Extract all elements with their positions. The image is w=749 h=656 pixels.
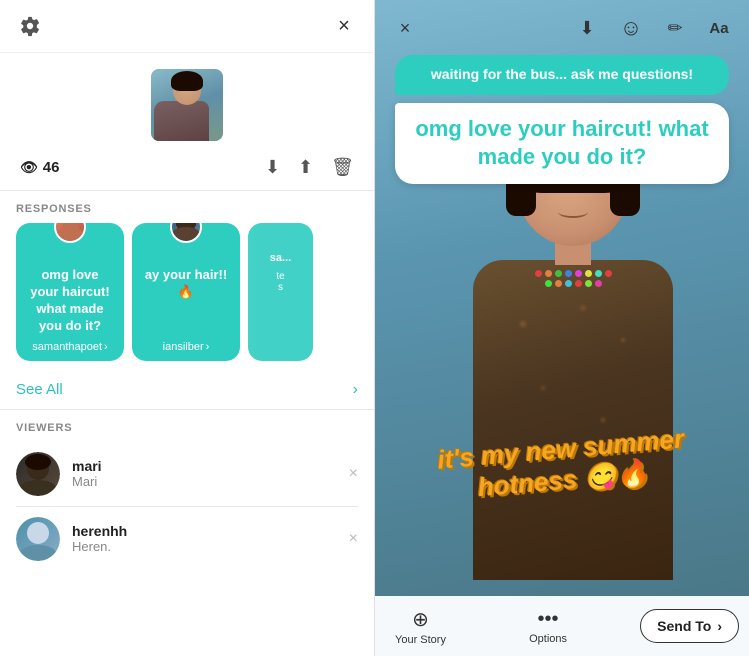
- response-username-2: iansilber ›: [144, 341, 228, 353]
- viewer-avatar-2: [16, 517, 60, 561]
- viewer-info-2: herenhh Heren.: [72, 523, 349, 554]
- response-avatar-1: [54, 223, 86, 243]
- options-label: Options: [529, 633, 567, 645]
- necklace-bead: [585, 280, 592, 287]
- left-header: ×: [0, 0, 374, 53]
- viewer-info-1: mari Mari: [72, 458, 349, 489]
- text-button[interactable]: Aa: [705, 14, 733, 42]
- response-username-1: samanthapoet ›: [28, 341, 112, 353]
- back-button[interactable]: ×: [391, 14, 419, 42]
- necklace-bead: [575, 270, 582, 277]
- add-circle-icon: ⊕: [412, 607, 429, 632]
- viewer-name-2: herenhh: [72, 523, 349, 539]
- qa-prompt-text: waiting for the bus... ask me questions!: [411, 65, 713, 85]
- header-icons-right: ⬇ ☺ ✏ Aa: [573, 14, 733, 42]
- delete-icon[interactable]: 🗑: [331, 157, 354, 178]
- see-all-text: See All: [16, 381, 63, 398]
- viewer-handle-1: Mari: [72, 474, 349, 489]
- draw-button[interactable]: ✏: [661, 14, 689, 42]
- necklace-bead: [585, 270, 592, 277]
- response-card-2[interactable]: ay your hair!! 🔥 iansilber ›: [132, 223, 240, 361]
- your-story-button[interactable]: ⊕ Your Story: [385, 603, 456, 650]
- viewer-item-2: herenhh Heren. ×: [0, 507, 374, 571]
- qa-response-bubble: omg love your haircut! what made you do …: [395, 103, 729, 184]
- story-footer: ⊕ Your Story ••• Options Send To ›: [375, 596, 749, 656]
- close-button[interactable]: ×: [330, 12, 358, 40]
- viewer-avatar-1: [16, 452, 60, 496]
- viewer-close-2[interactable]: ×: [349, 530, 358, 548]
- responses-label: RESPONSES: [0, 191, 374, 223]
- necklace-bead: [595, 280, 602, 287]
- story-thumbnail-area: [0, 53, 374, 151]
- response-text-partial: s: [260, 282, 301, 293]
- necklace-bead: [565, 270, 572, 277]
- viewer-handle-2: Heren.: [72, 539, 349, 554]
- settings-button[interactable]: [16, 12, 44, 40]
- download-story-button[interactable]: ⬇: [573, 14, 601, 42]
- necklace-bead: [555, 270, 562, 277]
- eye-icon: 👁: [20, 159, 38, 176]
- qa-bubble-container: waiting for the bus... ask me questions!…: [395, 55, 729, 184]
- left-panel: × 👁 46 ⬇ ⬆ 🗑 RESPONSES: [0, 0, 375, 656]
- your-story-label: Your Story: [395, 634, 446, 646]
- person-necklace: [533, 270, 613, 287]
- response-text-3: sa...: [260, 251, 301, 265]
- stats-row: 👁 46 ⬇ ⬆ 🗑: [0, 151, 374, 191]
- necklace-bead: [545, 280, 552, 287]
- response-username-3: te: [260, 271, 301, 282]
- response-text-1: omg love your haircut! what made you do …: [28, 267, 112, 335]
- download-icon[interactable]: ⬇: [265, 157, 280, 178]
- viewer-item-1: mari Mari ×: [0, 442, 374, 506]
- view-count-number: 46: [43, 159, 60, 176]
- send-to-button[interactable]: Send To ›: [640, 609, 739, 643]
- responses-row: omg love your haircut! what made you do …: [0, 223, 374, 371]
- person-smile: [558, 206, 588, 218]
- person-render: [463, 136, 683, 596]
- necklace-bead: [575, 280, 582, 287]
- response-card-3[interactable]: sa... te s: [248, 223, 313, 361]
- options-button[interactable]: ••• Options: [519, 604, 577, 649]
- ellipsis-icon: •••: [538, 608, 559, 631]
- share-icon[interactable]: ⬆: [298, 157, 313, 178]
- necklace-bead: [535, 270, 542, 277]
- necklace-bead: [595, 270, 602, 277]
- send-to-chevron: ›: [717, 618, 722, 634]
- necklace-bead: [565, 280, 572, 287]
- necklace-bead: [555, 280, 562, 287]
- see-all-row[interactable]: See All ›: [0, 371, 374, 410]
- necklace-bead: [545, 270, 552, 277]
- response-avatar-2: [170, 223, 202, 243]
- see-all-chevron: ›: [353, 381, 358, 399]
- gear-icon: [19, 15, 41, 37]
- view-count: 👁 46: [20, 159, 59, 176]
- stats-icons: ⬇ ⬆ 🗑: [265, 157, 354, 178]
- qa-response-text: omg love your haircut! what made you do …: [411, 115, 713, 172]
- right-panel: × ⬇ ☺ ✏ Aa waiting for the bus... ask me…: [375, 0, 749, 656]
- story-header: × ⬇ ☺ ✏ Aa: [375, 0, 749, 56]
- viewers-list: mari Mari × herenhh Heren. ×: [0, 442, 374, 656]
- story-thumb-image: [151, 69, 223, 141]
- viewer-name-1: mari: [72, 458, 349, 474]
- qa-prompt-bubble: waiting for the bus... ask me questions!: [395, 55, 729, 95]
- necklace-bead: [605, 270, 612, 277]
- person-jacket: [473, 260, 673, 580]
- sticker-button[interactable]: ☺: [617, 14, 645, 42]
- viewers-label: VIEWERS: [0, 410, 374, 442]
- send-to-label: Send To: [657, 618, 711, 634]
- story-thumbnail: [151, 69, 223, 141]
- viewer-close-1[interactable]: ×: [349, 465, 358, 483]
- response-card-1[interactable]: omg love your haircut! what made you do …: [16, 223, 124, 361]
- jacket-pattern: [473, 260, 673, 580]
- response-text-2: ay your hair!! 🔥: [144, 267, 228, 301]
